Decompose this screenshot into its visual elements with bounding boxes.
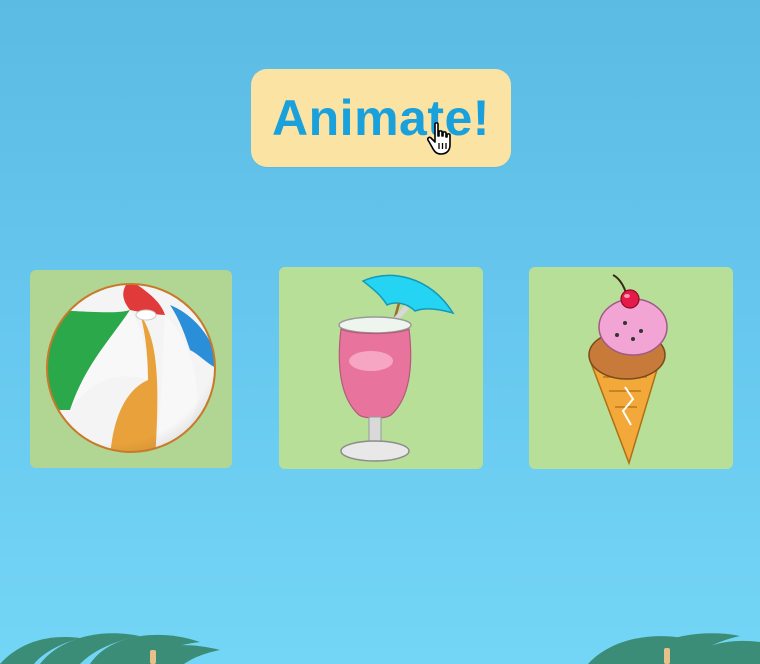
beach-ball-icon: [46, 283, 216, 453]
animate-button-label: Animate!: [272, 90, 490, 146]
ice-cream-card[interactable]: [529, 267, 733, 469]
palm-leaves-decoration: [0, 633, 760, 664]
pink-drink-card[interactable]: [279, 267, 483, 469]
pink-drink-icon: [338, 274, 455, 462]
beach-ball-card[interactable]: [30, 270, 232, 468]
ice-cream-icon: [588, 274, 668, 466]
animate-button[interactable]: Animate!: [251, 69, 511, 167]
